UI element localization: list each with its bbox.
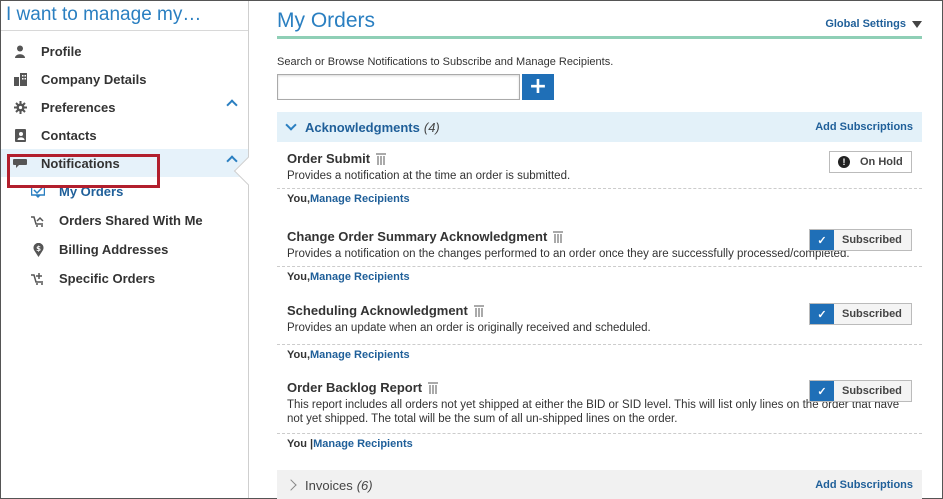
checkmark-icon: ✓ xyxy=(810,230,834,250)
chat-bubble-icon xyxy=(13,156,27,170)
section-count: (4) xyxy=(423,119,440,135)
subscribed-toggle[interactable]: ✓ Subscribed xyxy=(809,229,912,251)
caret-down-icon xyxy=(912,20,922,28)
page-title: My Orders xyxy=(277,9,376,32)
global-settings-label: Global Settings xyxy=(825,18,906,30)
manage-recipients-link[interactable]: Manage Recipients xyxy=(310,193,410,205)
subscribed-toggle[interactable]: ✓ Subscribed xyxy=(809,303,912,325)
notification-row: Order Submit Provides a notification at … xyxy=(277,151,922,209)
sidebar-subitem-orders-shared[interactable]: Orders Shared With Me xyxy=(1,206,248,235)
sidebar-subitem-specific-orders[interactable]: Specific Orders xyxy=(1,264,248,293)
cart-icon xyxy=(31,272,45,286)
chevron-up-icon[interactable] xyxy=(226,99,238,111)
status-label: Subscribed xyxy=(842,308,902,320)
row-body: Scheduling Acknowledgment Provides an up… xyxy=(277,303,922,345)
row-title-text: Scheduling Acknowledgment xyxy=(287,303,468,318)
notification-row: Scheduling Acknowledgment Provides an up… xyxy=(277,303,922,365)
sidebar-item-company-details[interactable]: Company Details xyxy=(1,65,248,93)
manage-recipients-link[interactable]: Manage Recipients xyxy=(310,349,410,361)
status-label: Subscribed xyxy=(842,234,902,246)
row-title: Order Submit xyxy=(287,151,922,166)
recipient-prefix: You | xyxy=(287,438,314,450)
search-input[interactable] xyxy=(277,74,520,100)
add-subscriptions-link[interactable]: Add Subscriptions xyxy=(815,121,913,133)
row-body: Change Order Summary Acknowledgment Prov… xyxy=(277,229,922,267)
status-label: Subscribed xyxy=(842,385,902,397)
search-row: + xyxy=(277,74,554,100)
status-label: On Hold xyxy=(860,156,903,168)
sidebar-item-label: Contacts xyxy=(41,127,97,143)
location-pin-icon: $ xyxy=(31,242,45,257)
sidebar-item-label: Notifications xyxy=(41,155,120,171)
gear-icon xyxy=(13,100,27,114)
sidebar-item-label: Profile xyxy=(41,43,82,59)
trash-icon[interactable] xyxy=(473,304,484,317)
main-content: My Orders Global Settings Search or Brow… xyxy=(277,1,922,499)
section-title: Acknowledgments xyxy=(305,119,420,135)
svg-text:$: $ xyxy=(36,245,41,253)
sidebar-item-profile[interactable]: Profile xyxy=(1,37,248,65)
notifications-submenu: My Orders Orders Shared With Me $ Billin… xyxy=(1,177,248,293)
section-count: (6) xyxy=(356,477,373,493)
global-settings-dropdown[interactable]: Global Settings xyxy=(825,18,922,30)
sidebar-title: I want to manage my… xyxy=(1,1,248,31)
checkmark-icon: ✓ xyxy=(810,381,834,401)
search-hint: Search or Browse Notifications to Subscr… xyxy=(277,56,614,68)
checkmark-icon: ✓ xyxy=(810,304,834,324)
chevron-up-icon[interactable] xyxy=(226,155,238,167)
building-icon xyxy=(13,72,27,86)
recipient-prefix: You, xyxy=(287,349,311,361)
sidebar-subitem-label: Orders Shared With Me xyxy=(59,213,203,228)
trash-icon[interactable] xyxy=(376,152,387,165)
shared-cart-icon xyxy=(31,214,45,228)
row-title-text: Order Submit xyxy=(287,151,371,166)
sidebar-subitem-label: Specific Orders xyxy=(59,271,156,286)
person-icon xyxy=(13,44,27,58)
row-footer: You, Manage Recipients xyxy=(277,345,922,365)
notification-row: Change Order Summary Acknowledgment Prov… xyxy=(277,229,922,287)
row-description: Provides a notification at the time an o… xyxy=(287,170,571,182)
manage-recipients-link[interactable]: Manage Recipients xyxy=(313,438,413,450)
page-header: My Orders Global Settings xyxy=(277,1,922,39)
recipient-prefix: You, xyxy=(287,193,311,205)
address-book-icon xyxy=(13,128,27,142)
inbox-icon xyxy=(31,185,45,199)
section-invoices-header[interactable]: Invoices (6) Add Subscriptions xyxy=(277,470,922,499)
row-description: This report includes all orders not yet … xyxy=(287,399,900,425)
row-body: Order Backlog Report This report include… xyxy=(277,380,922,434)
row-body: Order Submit Provides a notification at … xyxy=(277,151,922,189)
trash-icon[interactable] xyxy=(428,381,439,394)
on-hold-button[interactable]: ! On Hold xyxy=(829,151,912,173)
sidebar-subitem-my-orders[interactable]: My Orders xyxy=(1,177,248,206)
row-footer: You | Manage Recipients xyxy=(277,434,922,454)
sidebar-item-contacts[interactable]: Contacts xyxy=(1,121,248,149)
alert-icon: ! xyxy=(838,156,850,168)
add-subscriptions-link[interactable]: Add Subscriptions xyxy=(815,479,913,491)
notification-row: Order Backlog Report This report include… xyxy=(277,380,922,454)
row-title-text: Change Order Summary Acknowledgment xyxy=(287,229,548,244)
sidebar-nav: Profile Company Details Preferences Cont… xyxy=(1,31,248,177)
sidebar-item-label: Preferences xyxy=(41,99,116,115)
subscribed-toggle[interactable]: ✓ Subscribed xyxy=(809,380,912,402)
sidebar-subitem-label: My Orders xyxy=(59,184,124,199)
manage-recipients-link[interactable]: Manage Recipients xyxy=(310,271,410,283)
chevron-right-icon xyxy=(285,479,297,491)
sidebar-subitem-billing-addresses[interactable]: $ Billing Addresses xyxy=(1,235,248,264)
row-footer: You, Manage Recipients xyxy=(277,189,922,209)
trash-icon[interactable] xyxy=(553,230,564,243)
sidebar-item-preferences[interactable]: Preferences xyxy=(1,93,248,121)
add-button[interactable]: + xyxy=(522,74,554,100)
sidebar-item-label: Company Details xyxy=(41,71,147,87)
sidebar: I want to manage my… Profile Company Det… xyxy=(1,1,263,498)
chevron-down-icon xyxy=(285,119,297,131)
sidebar-subitem-label: Billing Addresses xyxy=(59,242,169,257)
sidebar-item-notifications[interactable]: Notifications xyxy=(1,149,248,177)
section-title: Invoices xyxy=(305,477,353,493)
recipient-prefix: You, xyxy=(287,271,311,283)
row-title-text: Order Backlog Report xyxy=(287,380,423,395)
row-footer: You, Manage Recipients xyxy=(277,267,922,287)
section-acknowledgments-header[interactable]: Acknowledgments (4) Add Subscriptions xyxy=(277,112,922,142)
